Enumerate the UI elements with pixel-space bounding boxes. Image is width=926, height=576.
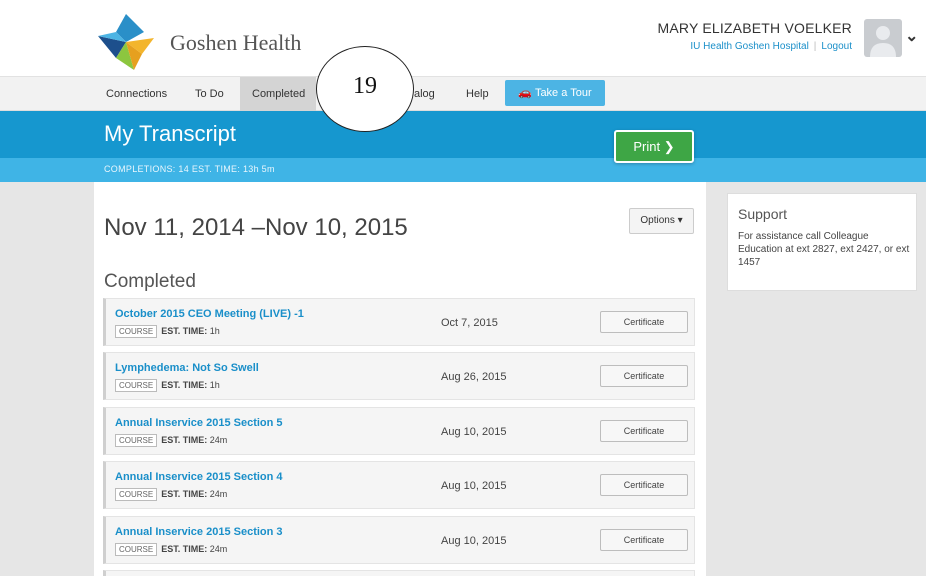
link-separator: |: [813, 41, 817, 52]
user-avatar-icon[interactable]: [864, 19, 902, 57]
print-button[interactable]: Print ❯: [614, 130, 694, 163]
completion-date: Oct 7, 2015: [441, 317, 498, 329]
time-value: 24m: [209, 544, 228, 554]
support-title: Support: [738, 206, 788, 222]
time-label: EST. TIME:: [161, 326, 208, 336]
list-item: Lymphedema: Not So Swell COURSE EST. TIME…: [103, 352, 695, 400]
completion-date: Aug 10, 2015: [441, 480, 507, 492]
options-dropdown[interactable]: Options ▾: [629, 208, 694, 234]
completion-stats: COMPLETIONS: 14 EST. TIME: 13h 5m: [104, 164, 275, 174]
course-title-link[interactable]: Annual Inservice 2015 Section 3: [115, 526, 283, 538]
course-meta: COURSE EST. TIME: 24m: [115, 434, 227, 447]
list-item: October 2015 CEO Meeting (LIVE) -1 COURS…: [103, 298, 695, 346]
type-badge: COURSE: [115, 325, 158, 338]
course-title-link[interactable]: Annual Inservice 2015 Section 4: [115, 471, 283, 483]
type-badge: COURSE: [115, 434, 158, 447]
time-value: 24m: [209, 489, 228, 499]
time-value: 1h: [209, 380, 220, 390]
course-meta: COURSE EST. TIME: 1h: [115, 379, 220, 392]
time-value: 1h: [209, 326, 220, 336]
goshen-logo[interactable]: [94, 14, 158, 70]
time-label: EST. TIME:: [161, 544, 208, 554]
support-panel: Support For assistance call Colleague Ed…: [727, 193, 917, 291]
certificate-button[interactable]: Certificate: [600, 420, 688, 442]
course-meta: COURSE EST. TIME: 1h: [115, 325, 220, 338]
page-title: My Transcript: [104, 121, 237, 146]
time-label: EST. TIME:: [161, 489, 208, 499]
stats-band: COMPLETIONS: 14 EST. TIME: 13h 5m: [0, 158, 926, 182]
main-nav: Connections To Do Completed alog Help 🚗 …: [0, 76, 926, 111]
chevron-down-icon[interactable]: ⌄: [905, 26, 918, 46]
car-icon: 🚗: [518, 87, 533, 99]
tour-label: Take a Tour: [534, 87, 592, 99]
user-name: MARY ELIZABETH VOELKER: [657, 20, 852, 36]
completion-date: Aug 26, 2015: [441, 371, 507, 383]
title-band: My Transcript: [0, 111, 926, 158]
list-item: [103, 570, 695, 576]
header: Goshen Health MARY ELIZABETH VOELKER IU …: [0, 0, 926, 76]
callout-number: 19: [353, 73, 377, 99]
nav-connections[interactable]: Connections: [94, 77, 179, 111]
nav-completed[interactable]: Completed: [240, 77, 316, 111]
logout-link[interactable]: Logout: [821, 41, 852, 52]
time-label: EST. TIME:: [161, 435, 208, 445]
list-item: Annual Inservice 2015 Section 5 COURSE ES…: [103, 407, 695, 455]
certificate-button[interactable]: Certificate: [600, 474, 688, 496]
time-label: EST. TIME:: [161, 380, 208, 390]
list-item: Annual Inservice 2015 Section 3 COURSE ES…: [103, 516, 695, 564]
course-title-link[interactable]: October 2015 CEO Meeting (LIVE) -1: [115, 308, 304, 320]
section-title: Completed: [104, 271, 196, 292]
type-badge: COURSE: [115, 488, 158, 501]
certificate-button[interactable]: Certificate: [600, 529, 688, 551]
course-meta: COURSE EST. TIME: 24m: [115, 543, 227, 556]
completion-date: Aug 10, 2015: [441, 426, 507, 438]
type-badge: COURSE: [115, 379, 158, 392]
take-a-tour-button[interactable]: 🚗 Take a Tour: [505, 80, 605, 106]
annotation-callout: 19: [316, 46, 414, 132]
course-meta: COURSE EST. TIME: 24m: [115, 488, 227, 501]
date-range-title: Nov 11, 2014 –Nov 10, 2015: [104, 214, 408, 241]
type-badge: COURSE: [115, 543, 158, 556]
org-link[interactable]: IU Health Goshen Hospital: [690, 41, 808, 52]
brand-name: Goshen Health: [170, 30, 302, 55]
time-value: 24m: [209, 435, 228, 445]
certificate-button[interactable]: Certificate: [600, 365, 688, 387]
course-title-link[interactable]: Annual Inservice 2015 Section 5: [115, 417, 283, 429]
list-item: Annual Inservice 2015 Section 4 COURSE ES…: [103, 461, 695, 509]
certificate-button[interactable]: Certificate: [600, 311, 688, 333]
nav-help[interactable]: Help: [454, 77, 501, 111]
support-text: For assistance call Colleague Education …: [738, 231, 910, 268]
completion-date: Aug 10, 2015: [441, 535, 507, 547]
nav-todo[interactable]: To Do: [183, 77, 236, 111]
course-title-link[interactable]: Lymphedema: Not So Swell: [115, 362, 259, 374]
user-links: IU Health Goshen Hospital | Logout: [690, 41, 852, 52]
